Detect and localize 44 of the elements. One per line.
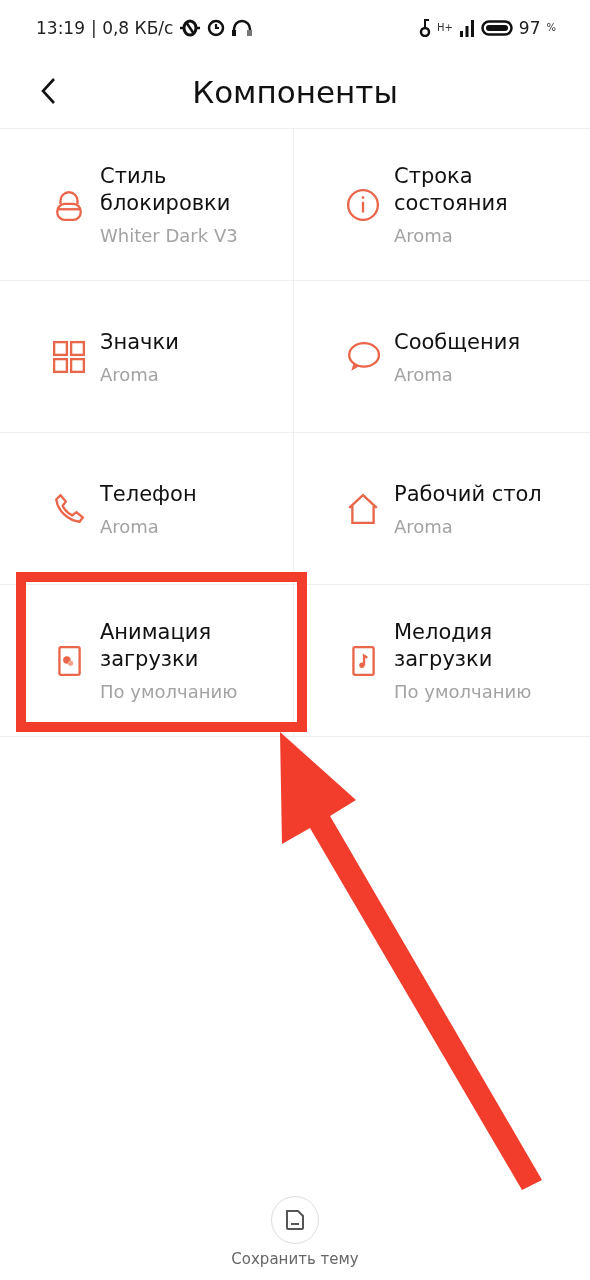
component-item[interactable]: Строка состояния Aroma [294, 129, 590, 281]
alarm-clock-icon [207, 18, 226, 37]
headphones-icon [231, 18, 254, 37]
component-value: Whiter Dark V3 [100, 225, 239, 246]
component-item[interactable]: Анимация загрузки По умолчанию [0, 585, 294, 737]
info-icon [346, 187, 380, 222]
component-value: По умолчанию [394, 681, 533, 702]
component-item[interactable]: Сообщения Aroma [294, 281, 590, 433]
component-title: Значки [100, 328, 180, 356]
component-item[interactable]: Рабочий стол Aroma [294, 433, 590, 585]
component-value: Aroma [100, 363, 160, 385]
network-type: H+ [436, 22, 453, 33]
speech-bubble-icon [346, 339, 380, 374]
status-time: 13:19 [36, 17, 85, 38]
house-icon [346, 491, 380, 526]
network-speed: | 0,8 КБ/с [91, 17, 174, 38]
component-value: Aroma [100, 515, 160, 537]
component-value: По умолчанию [100, 681, 239, 702]
signal-icon [458, 18, 475, 37]
component-item[interactable]: Стиль блокировки Whiter Dark V3 [0, 129, 294, 281]
grid-icon [52, 339, 86, 374]
component-item[interactable]: Телефон Aroma [0, 433, 294, 585]
component-value: Aroma [394, 515, 454, 537]
save-icon [283, 1208, 307, 1232]
component-title: Анимация загрузки [100, 619, 213, 673]
component-title: Строка состояния [394, 163, 509, 217]
battery-icon [480, 18, 513, 37]
component-value: Aroma [394, 225, 454, 246]
component-item[interactable]: Мелодия загрузки По умолчанию [294, 585, 590, 737]
save-theme-label: Сохранить тему [231, 1250, 359, 1268]
page-title: Компоненты [192, 73, 398, 110]
save-theme-button[interactable] [271, 1196, 319, 1244]
component-value: Aroma [394, 363, 454, 385]
component-title: Стиль блокировки [100, 163, 232, 217]
data-saver-icon [179, 18, 202, 37]
battery-level: 97 [518, 17, 541, 38]
component-title: Сообщения [394, 328, 522, 356]
key-icon [418, 18, 431, 37]
component-title: Рабочий стол [394, 480, 543, 508]
phone-icon [52, 491, 86, 526]
component-title: Телефон [100, 480, 198, 508]
component-title: Мелодия загрузки [394, 619, 494, 673]
component-item[interactable]: Значки Aroma [0, 281, 294, 433]
percent-sign: % [546, 22, 556, 33]
